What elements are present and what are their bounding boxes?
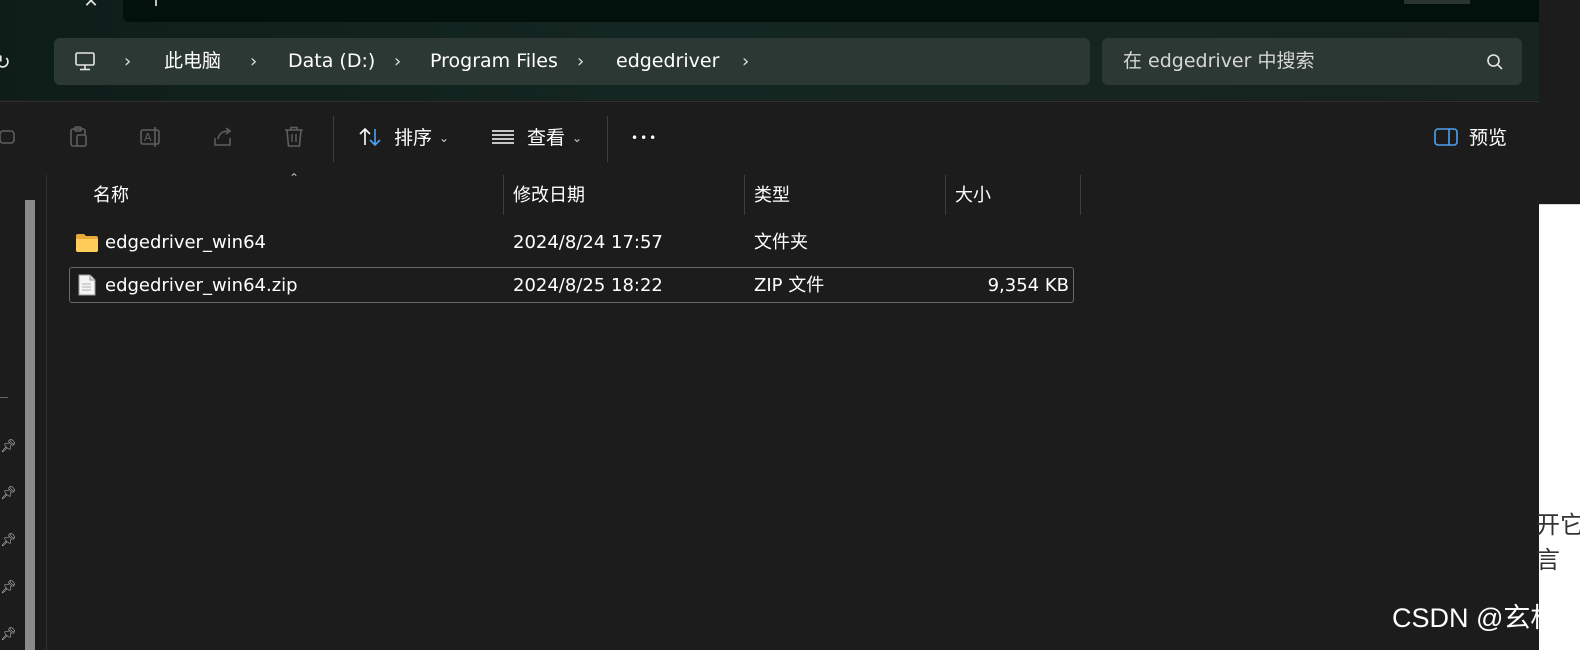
search-icon[interactable] [1485, 52, 1505, 72]
background-page-dark-strip [1539, 0, 1580, 205]
command-bar: A 排序 ⌄ 查看 ⌄ ••• 预览 [0, 101, 1540, 176]
pin-icon[interactable]: 📌︎ [0, 487, 17, 501]
column-header-name[interactable]: 名称 [93, 175, 129, 215]
breadcrumb-chevron-icon[interactable]: › [742, 38, 749, 85]
sort-ascending-icon: ⌃ [289, 171, 300, 185]
tab-button[interactable] [1404, 0, 1470, 4]
pin-icon[interactable]: 📌︎ [0, 534, 17, 548]
delete-icon[interactable] [281, 124, 307, 150]
breadcrumb-program-files[interactable]: Program Files [430, 38, 558, 85]
pin-icon[interactable]: 📌︎ [0, 628, 17, 642]
file-name[interactable]: edgedriver_win64 [105, 225, 266, 261]
navigation-scrollbar[interactable] [25, 200, 35, 650]
file-name[interactable]: edgedriver_win64.zip [105, 268, 298, 304]
column-divider[interactable] [1080, 175, 1081, 215]
close-icon[interactable]: ✕ [80, 0, 102, 13]
file-size: 9,354 KB [987, 275, 1069, 296]
search-input[interactable]: 在 edgedriver 中搜索 [1102, 38, 1522, 85]
sort-button[interactable]: 排序 [394, 102, 432, 175]
navigation-pane [0, 175, 47, 650]
column-divider[interactable] [503, 175, 504, 215]
breadcrumb-chevron-icon[interactable]: › [577, 38, 584, 85]
breadcrumb-edgedriver[interactable]: edgedriver [616, 38, 719, 85]
column-header-size[interactable]: 大小 [955, 175, 991, 215]
copy-icon[interactable] [0, 124, 20, 150]
svg-text:A: A [144, 131, 152, 144]
pin-icon[interactable]: 📌︎ [0, 581, 17, 595]
file-type: ZIP 文件 [754, 275, 825, 296]
sort-icon[interactable] [357, 124, 383, 150]
column-header-type[interactable]: 类型 [754, 175, 790, 215]
tab-strip [123, 0, 1540, 22]
background-page-divider [1539, 204, 1580, 205]
background-page-text: 言 [1536, 546, 1560, 574]
breadcrumb-chevron-icon[interactable]: › [250, 38, 257, 85]
table-row[interactable]: edgedriver_win64 2024/8/24 17:57 文件夹 [69, 225, 1074, 261]
tab-indicator [155, 0, 157, 6]
preview-pane-icon[interactable] [1433, 124, 1459, 150]
address-bar[interactable]: › 此电脑 › Data (D:) › Program Files › edge… [54, 38, 1090, 85]
toolbar-divider [333, 116, 334, 162]
refresh-icon[interactable]: ↻ [0, 50, 18, 74]
file-list: ⌃ 名称 修改日期 类型 大小 edgedriver_win64 2024/8/… [47, 171, 1540, 650]
nav-divider [0, 397, 8, 398]
table-row[interactable]: edgedriver_win64.zip 2024/8/25 18:22 ZIP… [69, 267, 1074, 303]
watermark: CSDN @玄相 [1392, 603, 1558, 633]
file-modified: 2024/8/25 18:22 [513, 275, 663, 296]
breadcrumb-data-drive[interactable]: Data (D:) [288, 38, 375, 85]
file-type: 文件夹 [754, 232, 808, 253]
paste-icon[interactable] [66, 124, 92, 150]
column-divider[interactable] [744, 175, 745, 215]
preview-button[interactable]: 预览 [1469, 102, 1507, 175]
folder-icon [76, 234, 98, 252]
column-header-modified[interactable]: 修改日期 [513, 175, 585, 215]
pin-icon[interactable]: 📌︎ [0, 440, 17, 454]
view-button[interactable]: 查看 [527, 102, 565, 175]
this-pc-icon [75, 52, 95, 71]
more-options-button[interactable]: ••• [631, 102, 658, 175]
view-icon[interactable] [490, 124, 516, 150]
share-icon[interactable] [210, 124, 236, 150]
chevron-down-icon[interactable]: ⌄ [572, 102, 582, 175]
rename-icon[interactable]: A [138, 124, 164, 150]
background-page-text: 开它 [1536, 511, 1580, 539]
toolbar-divider [607, 116, 608, 162]
chevron-down-icon[interactable]: ⌄ [439, 102, 449, 175]
zip-file-icon [78, 274, 96, 296]
breadcrumb-chevron-icon[interactable]: › [124, 38, 131, 85]
breadcrumb-this-pc[interactable]: 此电脑 [164, 38, 221, 85]
file-modified: 2024/8/24 17:57 [513, 232, 663, 253]
breadcrumb-chevron-icon[interactable]: › [394, 38, 401, 85]
search-placeholder: 在 edgedriver 中搜索 [1123, 50, 1315, 72]
column-divider[interactable] [945, 175, 946, 215]
